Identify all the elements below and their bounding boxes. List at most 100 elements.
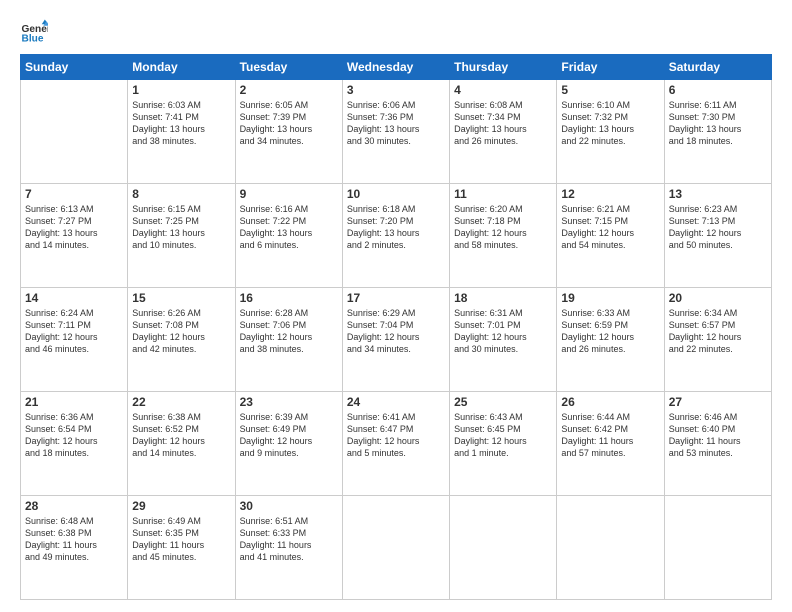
cell-info: Sunrise: 6:51 AM Sunset: 6:33 PM Dayligh… [240, 515, 338, 564]
day-number: 26 [561, 395, 659, 409]
cell-info: Sunrise: 6:11 AM Sunset: 7:30 PM Dayligh… [669, 99, 767, 148]
calendar-cell: 27Sunrise: 6:46 AM Sunset: 6:40 PM Dayli… [664, 392, 771, 496]
day-number: 9 [240, 187, 338, 201]
weekday-header: Saturday [664, 55, 771, 80]
calendar-cell: 3 Sunrise: 6:06 AM Sunset: 7:36 PM Daylig… [342, 80, 449, 184]
cell-info: Sunrise: 6:20 AM Sunset: 7:18 PM Dayligh… [454, 203, 552, 252]
cell-info: Sunrise: 6:29 AM Sunset: 7:04 PM Dayligh… [347, 307, 445, 356]
calendar-cell [450, 496, 557, 600]
cell-info: Sunrise: 6:21 AM Sunset: 7:15 PM Dayligh… [561, 203, 659, 252]
calendar-cell: 19 Sunrise: 6:33 AM Sunset: 6:59 PM Dayli… [557, 288, 664, 392]
calendar-cell: 1 Sunrise: 6:03 AM Sunset: 7:41 PM Daylig… [128, 80, 235, 184]
day-number: 12 [561, 187, 659, 201]
weekday-header: Wednesday [342, 55, 449, 80]
calendar-week-row: 21 Sunrise: 6:36 AM Sunset: 6:54 PM Dayli… [21, 392, 772, 496]
cell-info: Sunrise: 6:10 AM Sunset: 7:32 PM Dayligh… [561, 99, 659, 148]
calendar-week-row: 28Sunrise: 6:48 AM Sunset: 6:38 PM Dayli… [21, 496, 772, 600]
day-number: 2 [240, 83, 338, 97]
cell-info: Sunrise: 6:43 AM Sunset: 6:45 PM Dayligh… [454, 411, 552, 460]
day-number: 10 [347, 187, 445, 201]
day-number: 14 [25, 291, 123, 305]
calendar-header-row: SundayMondayTuesdayWednesdayThursdayFrid… [21, 55, 772, 80]
day-number: 25 [454, 395, 552, 409]
day-number: 30 [240, 499, 338, 513]
weekday-header: Friday [557, 55, 664, 80]
cell-info: Sunrise: 6:06 AM Sunset: 7:36 PM Dayligh… [347, 99, 445, 148]
cell-info: Sunrise: 6:28 AM Sunset: 7:06 PM Dayligh… [240, 307, 338, 356]
calendar-cell: 10 Sunrise: 6:18 AM Sunset: 7:20 PM Dayli… [342, 184, 449, 288]
calendar-cell: 28Sunrise: 6:48 AM Sunset: 6:38 PM Dayli… [21, 496, 128, 600]
cell-info: Sunrise: 6:48 AM Sunset: 6:38 PM Dayligh… [25, 515, 123, 564]
day-number: 19 [561, 291, 659, 305]
day-number: 23 [240, 395, 338, 409]
cell-info: Sunrise: 6:24 AM Sunset: 7:11 PM Dayligh… [25, 307, 123, 356]
calendar-table: SundayMondayTuesdayWednesdayThursdayFrid… [20, 54, 772, 600]
day-number: 22 [132, 395, 230, 409]
calendar-cell: 22 Sunrise: 6:38 AM Sunset: 6:52 PM Dayli… [128, 392, 235, 496]
weekday-header: Tuesday [235, 55, 342, 80]
calendar-cell [664, 496, 771, 600]
cell-info: Sunrise: 6:34 AM Sunset: 6:57 PM Dayligh… [669, 307, 767, 356]
calendar-week-row: 1 Sunrise: 6:03 AM Sunset: 7:41 PM Daylig… [21, 80, 772, 184]
day-number: 21 [25, 395, 123, 409]
cell-info: Sunrise: 6:49 AM Sunset: 6:35 PM Dayligh… [132, 515, 230, 564]
calendar-cell: 24Sunrise: 6:41 AM Sunset: 6:47 PM Dayli… [342, 392, 449, 496]
day-number: 6 [669, 83, 767, 97]
cell-info: Sunrise: 6:31 AM Sunset: 7:01 PM Dayligh… [454, 307, 552, 356]
calendar-cell [342, 496, 449, 600]
day-number: 18 [454, 291, 552, 305]
cell-info: Sunrise: 6:03 AM Sunset: 7:41 PM Dayligh… [132, 99, 230, 148]
calendar-cell: 13Sunrise: 6:23 AM Sunset: 7:13 PM Dayli… [664, 184, 771, 288]
calendar-cell: 20 Sunrise: 6:34 AM Sunset: 6:57 PM Dayli… [664, 288, 771, 392]
calendar-cell: 4Sunrise: 6:08 AM Sunset: 7:34 PM Daylig… [450, 80, 557, 184]
calendar-cell [557, 496, 664, 600]
calendar-week-row: 14 Sunrise: 6:24 AM Sunset: 7:11 PM Dayli… [21, 288, 772, 392]
day-number: 1 [132, 83, 230, 97]
calendar-cell: 9 Sunrise: 6:16 AM Sunset: 7:22 PM Daylig… [235, 184, 342, 288]
weekday-header: Sunday [21, 55, 128, 80]
calendar-cell: 12 Sunrise: 6:21 AM Sunset: 7:15 PM Dayli… [557, 184, 664, 288]
day-number: 17 [347, 291, 445, 305]
calendar-cell: 14 Sunrise: 6:24 AM Sunset: 7:11 PM Dayli… [21, 288, 128, 392]
calendar-cell: 16 Sunrise: 6:28 AM Sunset: 7:06 PM Dayli… [235, 288, 342, 392]
calendar-cell: 2Sunrise: 6:05 AM Sunset: 7:39 PM Daylig… [235, 80, 342, 184]
calendar-cell: 15 Sunrise: 6:26 AM Sunset: 7:08 PM Dayli… [128, 288, 235, 392]
calendar-cell [21, 80, 128, 184]
cell-info: Sunrise: 6:44 AM Sunset: 6:42 PM Dayligh… [561, 411, 659, 460]
day-number: 3 [347, 83, 445, 97]
calendar-week-row: 7 Sunrise: 6:13 AM Sunset: 7:27 PM Daylig… [21, 184, 772, 288]
day-number: 8 [132, 187, 230, 201]
day-number: 7 [25, 187, 123, 201]
cell-info: Sunrise: 6:23 AM Sunset: 7:13 PM Dayligh… [669, 203, 767, 252]
cell-info: Sunrise: 6:26 AM Sunset: 7:08 PM Dayligh… [132, 307, 230, 356]
cell-info: Sunrise: 6:38 AM Sunset: 6:52 PM Dayligh… [132, 411, 230, 460]
cell-info: Sunrise: 6:33 AM Sunset: 6:59 PM Dayligh… [561, 307, 659, 356]
day-number: 11 [454, 187, 552, 201]
logo-icon: General Blue [20, 18, 48, 46]
calendar-cell: 7 Sunrise: 6:13 AM Sunset: 7:27 PM Daylig… [21, 184, 128, 288]
day-number: 20 [669, 291, 767, 305]
cell-info: Sunrise: 6:36 AM Sunset: 6:54 PM Dayligh… [25, 411, 123, 460]
logo: General Blue [20, 18, 52, 46]
day-number: 15 [132, 291, 230, 305]
header: General Blue [20, 18, 772, 46]
calendar-cell: 11 Sunrise: 6:20 AM Sunset: 7:18 PM Dayli… [450, 184, 557, 288]
cell-info: Sunrise: 6:16 AM Sunset: 7:22 PM Dayligh… [240, 203, 338, 252]
weekday-header: Thursday [450, 55, 557, 80]
cell-info: Sunrise: 6:41 AM Sunset: 6:47 PM Dayligh… [347, 411, 445, 460]
calendar-cell: 8Sunrise: 6:15 AM Sunset: 7:25 PM Daylig… [128, 184, 235, 288]
cell-info: Sunrise: 6:18 AM Sunset: 7:20 PM Dayligh… [347, 203, 445, 252]
calendar-page: General Blue SundayMondayTuesdayWednesda… [0, 0, 792, 612]
day-number: 16 [240, 291, 338, 305]
cell-info: Sunrise: 6:46 AM Sunset: 6:40 PM Dayligh… [669, 411, 767, 460]
calendar-cell: 29 Sunrise: 6:49 AM Sunset: 6:35 PM Dayli… [128, 496, 235, 600]
day-number: 5 [561, 83, 659, 97]
calendar-cell: 6 Sunrise: 6:11 AM Sunset: 7:30 PM Daylig… [664, 80, 771, 184]
calendar-cell: 23Sunrise: 6:39 AM Sunset: 6:49 PM Dayli… [235, 392, 342, 496]
calendar-cell: 30 Sunrise: 6:51 AM Sunset: 6:33 PM Dayli… [235, 496, 342, 600]
calendar-cell: 17 Sunrise: 6:29 AM Sunset: 7:04 PM Dayli… [342, 288, 449, 392]
cell-info: Sunrise: 6:13 AM Sunset: 7:27 PM Dayligh… [25, 203, 123, 252]
day-number: 29 [132, 499, 230, 513]
calendar-cell: 25 Sunrise: 6:43 AM Sunset: 6:45 PM Dayli… [450, 392, 557, 496]
weekday-header: Monday [128, 55, 235, 80]
